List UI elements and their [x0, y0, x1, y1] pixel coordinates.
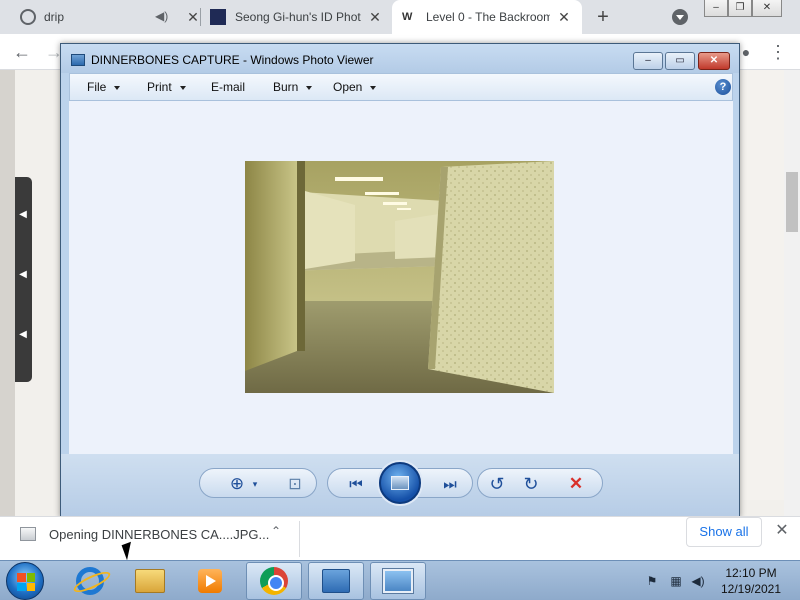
displayed-photo [245, 161, 554, 393]
windows-logo-icon [17, 573, 35, 591]
chevron-up-icon[interactable]: ⌃ [268, 524, 284, 540]
taskbar-media-player[interactable] [182, 562, 238, 600]
new-tab-button[interactable]: + [593, 7, 613, 27]
start-button[interactable] [6, 562, 44, 600]
arrow-left-icon[interactable]: ◀ [18, 329, 28, 340]
system-clock[interactable]: 12:10 PM 12/19/2021 [714, 565, 788, 597]
clock-time: 12:10 PM [725, 566, 777, 580]
photo-viewer-menubar: File Print E-mail Burn Open ? [69, 73, 733, 101]
taskbar-photo-viewer[interactable] [370, 562, 426, 600]
menu-email[interactable]: E-mail [211, 80, 245, 94]
site-favicon-icon [210, 9, 226, 25]
next-icon[interactable]: ⏭ [437, 474, 463, 494]
show-all-button[interactable]: Show all [686, 517, 762, 547]
folder-icon [135, 569, 165, 593]
dropdown-arrow-icon [306, 85, 313, 90]
zoom-icon[interactable]: ⊕ [227, 474, 247, 494]
browser-close-button[interactable]: ✕ [752, 0, 782, 17]
page-scrollbar[interactable] [784, 70, 800, 516]
photo-viewer-app-icon [71, 54, 85, 66]
dropdown-arrow-icon [114, 85, 121, 90]
window-maximize-button[interactable]: ▭ [665, 52, 695, 70]
arrow-left-icon[interactable]: ◀ [18, 269, 28, 280]
taskbar-chrome[interactable] [246, 562, 302, 600]
tab-level-0-backrooms[interactable]: W Level 0 - The Backrooms ✕ [392, 0, 582, 34]
tab-close-icon[interactable]: ✕ [556, 9, 572, 25]
window-close-button[interactable]: ✕ [698, 52, 730, 70]
tab-drip[interactable]: drip ◀) ✕ [10, 0, 200, 34]
dropdown-arrow-icon [370, 85, 377, 90]
close-shelf-icon[interactable]: ✕ [774, 523, 790, 539]
window-minimize-button[interactable]: – [633, 52, 663, 70]
wiki-favicon-icon: W [402, 11, 413, 23]
volume-icon[interactable]: ◀) [690, 573, 706, 589]
speaker-icon[interactable]: ◀) [155, 9, 168, 23]
image-file-icon [20, 527, 36, 541]
slideshow-button[interactable] [379, 462, 421, 504]
windows-taskbar: ⚑ ▦ ◀) 12:10 PM 12/19/2021 [0, 560, 800, 600]
internet-explorer-icon [76, 567, 104, 595]
download-divider [299, 521, 300, 557]
tab-close-icon[interactable]: ✕ [367, 9, 383, 25]
tab-seong-gi-hun[interactable]: Seong Gi-hun's ID Photo ✕ [201, 0, 391, 34]
browser-menu-icon[interactable]: ⋮ [768, 42, 788, 62]
slideshow-icon [391, 476, 409, 490]
photo-viewer-titlebar[interactable]: DINNERBONES CAPTURE - Windows Photo View… [61, 44, 739, 73]
page-left-gutter [0, 70, 15, 516]
menu-print[interactable]: Print [147, 80, 186, 94]
clock-date: 12/19/2021 [720, 582, 782, 596]
back-arrow-icon[interactable]: ← [12, 42, 32, 62]
download-item-status[interactable]: Opening DINNERBONES CA....JPG... [49, 527, 269, 542]
download-shelf: Opening DINNERBONES CA....JPG... ⌃ Show … [0, 516, 800, 560]
menu-burn[interactable]: Burn [273, 80, 313, 94]
help-icon[interactable]: ? [715, 79, 731, 95]
scrollbar-thumb[interactable] [786, 172, 798, 232]
action-center-icon[interactable]: ⚑ [644, 573, 660, 589]
window-title: DINNERBONES CAPTURE - Windows Photo View… [91, 53, 374, 67]
tab-label: Seong Gi-hun's ID Photo [235, 10, 361, 24]
actual-size-icon[interactable]: ⊡ [285, 474, 305, 494]
zoom-dropdown-icon[interactable]: ▾ [245, 474, 265, 494]
rotate-counterclockwise-icon[interactable]: ↺ [487, 474, 507, 494]
remote-desktop-icon [322, 569, 350, 593]
menu-file[interactable]: File [87, 80, 121, 94]
photo-canvas [69, 101, 733, 454]
dropdown-arrow-icon [179, 85, 186, 90]
rotate-clockwise-icon[interactable]: ↻ [521, 474, 541, 494]
browser-restore-button[interactable]: ❐ [728, 0, 752, 17]
menu-open[interactable]: Open [333, 80, 377, 94]
page-right-area [740, 70, 784, 500]
browser-tab-strip: drip ◀) ✕ Seong Gi-hun's ID Photo ✕ W Le… [0, 0, 800, 34]
taskbar-internet-explorer[interactable] [62, 562, 118, 600]
media-player-icon [198, 569, 222, 593]
taskbar-remote-app[interactable] [308, 562, 364, 600]
photo-viewer-controls: ⊕ ▾ ⊡ ⏮ ⏭ ↺ ↻ ✕ [61, 454, 739, 517]
photo-viewer-window: DINNERBONES CAPTURE - Windows Photo View… [60, 43, 740, 518]
taskbar-file-explorer[interactable] [122, 562, 178, 600]
browser-minimize-button[interactable]: – [704, 0, 728, 17]
delete-icon[interactable]: ✕ [566, 474, 586, 494]
arrow-left-icon[interactable]: ◀ [18, 209, 28, 220]
tab-search-icon[interactable] [672, 9, 688, 25]
network-icon[interactable]: ▦ [668, 573, 684, 589]
side-panel-tab[interactable]: ◀ ◀ ◀ [15, 177, 32, 382]
previous-icon[interactable]: ⏮ [343, 474, 369, 494]
tab-label: Level 0 - The Backrooms [426, 10, 550, 24]
chrome-icon [260, 567, 288, 595]
tab-close-icon[interactable]: ✕ [185, 9, 201, 25]
photo-viewer-icon [382, 568, 414, 594]
tab-label: drip [44, 10, 65, 24]
globe-icon [20, 9, 36, 25]
